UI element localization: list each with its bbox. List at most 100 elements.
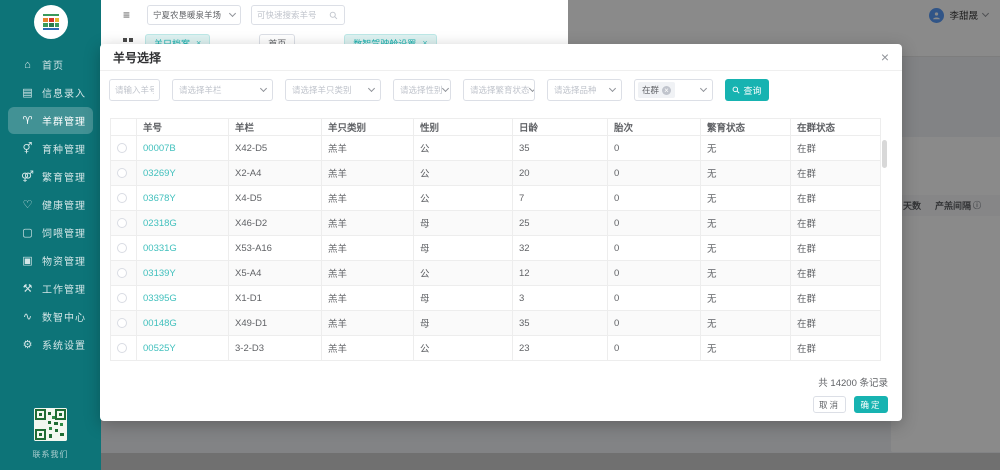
app-screen: 天数 产羔间隔 ⓘ ≡ 宁夏农垦暖泉羊场 xyxy=(0,0,1000,470)
sheep-flock-icon: ♈ xyxy=(21,114,35,127)
col-breeding-status: 繁育状态 xyxy=(701,119,791,136)
sidebar-item-2[interactable]: ♈ 羊群管理 xyxy=(8,107,93,134)
quick-search-box[interactable] xyxy=(251,5,345,25)
data-entry-icon: ▤ xyxy=(21,86,35,99)
feeding-icon: ▢ xyxy=(21,226,35,239)
table-row[interactable]: 02318GX46-D2羔羊母250无在群 xyxy=(111,211,881,236)
chevron-down-icon xyxy=(368,85,375,92)
col-herd-status: 在群状态 xyxy=(791,119,881,136)
total-records: 共 14200 条记录 xyxy=(813,375,888,389)
cell-radio xyxy=(111,161,137,186)
cell-herd: 在群 xyxy=(791,186,881,211)
confirm-button[interactable]: 确定 xyxy=(854,396,888,413)
table-header-row: 羊号 羊栏 羊只类别 性别 日龄 胎次 繁育状态 在群状态 xyxy=(111,119,881,136)
radio-column-header xyxy=(111,119,137,136)
sex-select[interactable]: 请选择性别 xyxy=(393,79,451,101)
sheep-no-link[interactable]: 03269Y xyxy=(143,168,176,179)
query-button[interactable]: 查询 xyxy=(725,79,769,101)
sidebar-menu: ⌂ 首页 ▤ 信息录入 ♈ 羊群管理 ⚥ 育种管理 ⚤ 繁育管理 ♡ 健康管理 … xyxy=(0,50,101,359)
cell-radio xyxy=(111,286,137,311)
row-radio[interactable] xyxy=(117,193,127,203)
cell-category: 羔羊 xyxy=(322,161,414,186)
cancel-button[interactable]: 取消 xyxy=(813,396,846,413)
cell-radio xyxy=(111,311,137,336)
cell-pen: X1-D1 xyxy=(229,286,322,311)
cell-pen: X53-A16 xyxy=(229,236,322,261)
sheep-no-link[interactable]: 03395G xyxy=(143,293,177,304)
row-radio[interactable] xyxy=(117,343,127,353)
cell-sex: 母 xyxy=(414,311,513,336)
close-icon[interactable]: × xyxy=(881,50,889,64)
sidebar-item-0[interactable]: ⌂ 首页 xyxy=(8,51,93,78)
sidebar-item-1[interactable]: ▤ 信息录入 xyxy=(8,79,93,106)
cell-herd: 在群 xyxy=(791,211,881,236)
cell-parity: 0 xyxy=(608,136,701,161)
sidebar-item-4[interactable]: ⚤ 繁育管理 xyxy=(8,163,93,190)
sidebar-item-5[interactable]: ♡ 健康管理 xyxy=(8,191,93,218)
cell-parity: 0 xyxy=(608,211,701,236)
sheep-table: 羊号 羊栏 羊只类别 性别 日龄 胎次 繁育状态 在群状态 00007B X42-… xyxy=(110,118,880,361)
cell-age: 3 xyxy=(513,286,608,311)
cell-sex: 公 xyxy=(414,186,513,211)
cell-age: 25 xyxy=(513,211,608,236)
breed-select[interactable]: 请选择品种 xyxy=(547,79,622,101)
hamburger-menu-icon[interactable]: ≡ xyxy=(123,8,135,22)
sheep-no-link[interactable]: 02318G xyxy=(143,218,177,229)
sidebar-item-3[interactable]: ⚥ 育种管理 xyxy=(8,135,93,162)
cell-breeding: 无 xyxy=(701,286,791,311)
table-row[interactable]: 03395GX1-D1羔羊母30无在群 xyxy=(111,286,881,311)
cell-category: 羔羊 xyxy=(322,186,414,211)
sheep-no-link[interactable]: 00331G xyxy=(143,243,177,254)
table-row[interactable]: 00525Y3-2-D3羔羊公230无在群 xyxy=(111,336,881,361)
table-row[interactable]: 00331GX53-A16羔羊母320无在群 xyxy=(111,236,881,261)
cell-no: 03395G xyxy=(137,286,229,311)
breeding-status-select[interactable]: 请选择繁育状态 xyxy=(463,79,535,101)
category-select[interactable]: 请选择羊只类别 xyxy=(285,79,381,101)
cell-age: 7 xyxy=(513,186,608,211)
table-row[interactable]: 03139YX5-A4羔羊公120无在群 xyxy=(111,261,881,286)
pen-select[interactable]: 请选择羊栏 xyxy=(172,79,273,101)
sidebar-item-7[interactable]: ▣ 物资管理 xyxy=(8,247,93,274)
sheep-no-link[interactable]: 00525Y xyxy=(143,343,176,354)
cell-no: 00007B xyxy=(137,136,229,161)
cell-age: 12 xyxy=(513,261,608,286)
herd-status-select[interactable]: 在群 × xyxy=(634,79,713,101)
cell-no: 03678Y xyxy=(137,186,229,211)
tag-close-icon[interactable]: × xyxy=(662,86,671,95)
cell-no: 00525Y xyxy=(137,336,229,361)
quick-search-input[interactable] xyxy=(257,10,329,20)
row-radio[interactable] xyxy=(117,293,127,303)
row-radio[interactable] xyxy=(117,318,127,328)
sheep-select-modal: 羊号选择 × 请选择羊栏 请选择羊只类别 请选择性别 请选择繁育状态 请选择品种 xyxy=(100,44,902,421)
cell-breeding: 无 xyxy=(701,161,791,186)
table-row[interactable]: 00007BX42-D5羔羊公350无在群 xyxy=(111,136,881,161)
sheep-no-link[interactable]: 03678Y xyxy=(143,193,176,204)
table-row[interactable]: 03678YX4-D5羔羊公70无在群 xyxy=(111,186,881,211)
sheep-no-link[interactable]: 00148G xyxy=(143,318,177,329)
sidebar-item-6[interactable]: ▢ 饲喂管理 xyxy=(8,219,93,246)
table-row[interactable]: 03269YX2-A4羔羊公200无在群 xyxy=(111,161,881,186)
row-radio[interactable] xyxy=(117,243,127,253)
filter-bar: 请选择羊栏 请选择羊只类别 请选择性别 请选择繁育状态 请选择品种 在群 × xyxy=(100,71,902,109)
row-radio[interactable] xyxy=(117,143,127,153)
row-radio[interactable] xyxy=(117,268,127,278)
sidebar-item-9[interactable]: ∿ 数智中心 xyxy=(8,303,93,330)
cell-herd: 在群 xyxy=(791,311,881,336)
cell-pen: X42-D5 xyxy=(229,136,322,161)
cell-category: 羔羊 xyxy=(322,136,414,161)
sheep-no-link[interactable]: 03139Y xyxy=(143,268,176,279)
col-pen: 羊栏 xyxy=(229,119,322,136)
cell-no: 00148G xyxy=(137,311,229,336)
sheep-no-input[interactable] xyxy=(109,79,160,101)
sidebar-item-8[interactable]: ⚒ 工作管理 xyxy=(8,275,93,302)
cell-category: 羔羊 xyxy=(322,336,414,361)
sheep-no-link[interactable]: 00007B xyxy=(143,143,176,154)
table-scrollbar[interactable] xyxy=(882,140,887,168)
chevron-down-icon xyxy=(229,10,236,17)
table-row[interactable]: 00148GX49-D1羔羊母350无在群 xyxy=(111,311,881,336)
farm-selector-dropdown[interactable]: 宁夏农垦暖泉羊场 xyxy=(147,5,241,25)
cell-pen: X2-A4 xyxy=(229,161,322,186)
row-radio[interactable] xyxy=(117,168,127,178)
row-radio[interactable] xyxy=(117,218,127,228)
sidebar-item-10[interactable]: ⚙ 系统设置 xyxy=(8,331,93,358)
